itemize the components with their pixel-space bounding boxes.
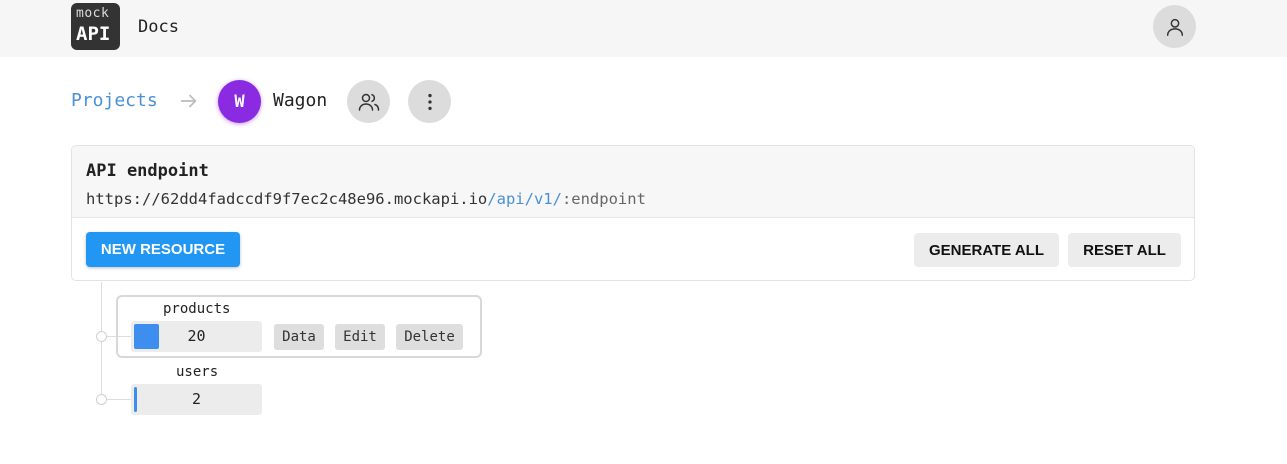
user-icon (1166, 18, 1183, 36)
resource-count-bar[interactable]: 2 (131, 384, 262, 415)
logo-text-bottom: API (76, 23, 111, 45)
project-members-button[interactable] (347, 80, 390, 123)
mockapi-logo[interactable]: mock API (71, 3, 120, 50)
logo-text-top: mock (76, 6, 110, 21)
tree-node-dot (96, 394, 107, 405)
api-endpoint-card: API endpoint https://62dd4fadccdf9f7ec2c… (71, 145, 1195, 281)
tree-node-dot (96, 331, 107, 342)
resource-edit-button[interactable]: Edit (335, 324, 385, 350)
api-endpoint-header: API endpoint https://62dd4fadccdf9f7ec2c… (72, 146, 1194, 218)
resource-data-button[interactable]: Data (274, 324, 324, 350)
url-endpoint: :endpoint (561, 190, 646, 208)
resource-count: 20 (187, 327, 206, 345)
arrow-right-icon (180, 94, 197, 108)
url-path: /api/v1/ (487, 190, 562, 208)
resource-delete-button[interactable]: Delete (396, 324, 463, 350)
new-resource-button[interactable]: NEW RESOURCE (86, 232, 240, 267)
resource-count-bar[interactable]: 20 (131, 321, 262, 352)
generate-all-button[interactable]: GENERATE ALL (914, 233, 1059, 267)
api-endpoint-title: API endpoint (86, 161, 209, 181)
project-menu-button[interactable] (408, 80, 451, 123)
api-endpoint-url[interactable]: https://62dd4fadccdf9f7ec2c48e96.mockapi… (86, 190, 646, 208)
more-vertical-icon (427, 93, 432, 110)
docs-link[interactable]: Docs (138, 17, 179, 37)
project-avatar[interactable]: W (218, 80, 261, 123)
reset-all-button[interactable]: RESET ALL (1068, 233, 1181, 267)
top-bar: mock API Docs (0, 0, 1287, 57)
breadcrumb-projects-link[interactable]: Projects (71, 90, 158, 111)
users-icon (358, 93, 379, 111)
resource-count: 2 (191, 390, 202, 408)
resource-name[interactable]: products (163, 301, 230, 317)
user-menu-button[interactable] (1153, 5, 1196, 48)
url-base: https://62dd4fadccdf9f7ec2c48e96.mockapi… (86, 190, 488, 208)
project-name: Wagon (273, 90, 328, 111)
resource-name[interactable]: users (176, 364, 218, 380)
